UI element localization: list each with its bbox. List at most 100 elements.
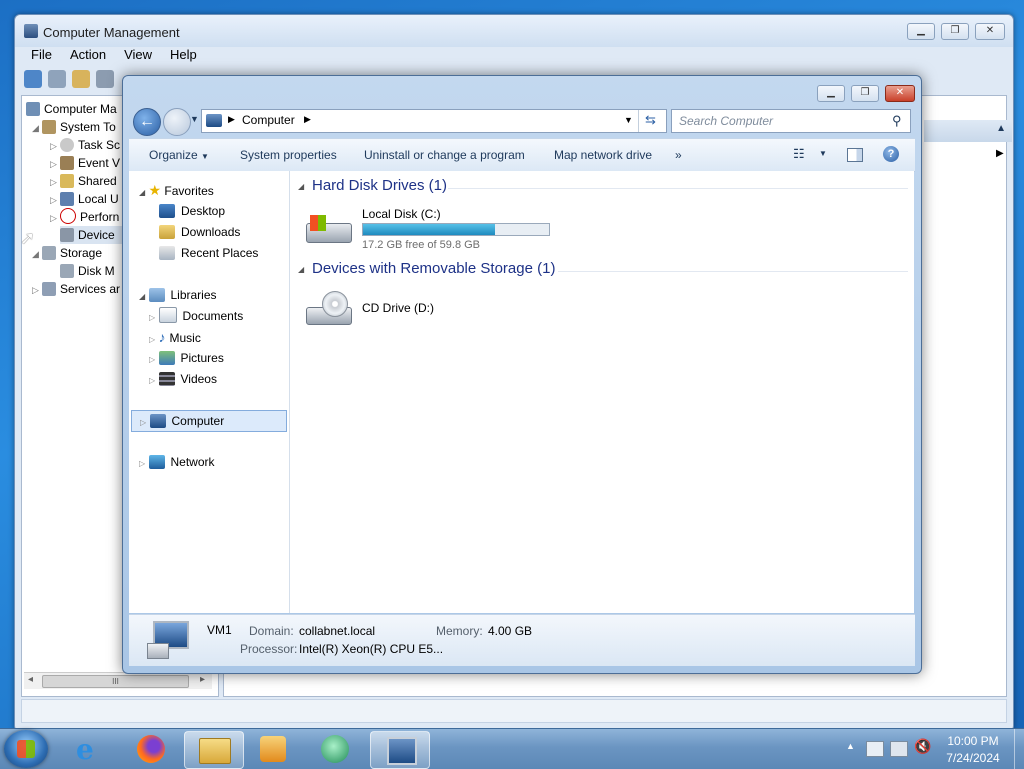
show-hide-tree-icon[interactable] [96,70,114,88]
expand-arrow-icon[interactable]: ▷ [50,155,60,173]
nav-desktop[interactable]: Desktop [159,201,225,221]
tree-item-disk-management[interactable]: Disk M [60,262,115,280]
collapse-arrow-icon[interactable]: ◢ [139,188,145,197]
preview-pane-icon[interactable] [847,148,863,162]
expand-arrow-icon[interactable]: ▷ [50,137,60,155]
breadcrumb-arrow-icon[interactable]: ▶ [228,114,235,125]
search-icon[interactable]: ⚲ [892,113,902,129]
tree-item-shared-folders[interactable]: ▷ Shared [50,172,117,190]
back-arrow-icon[interactable] [24,70,42,88]
tree-item-computer-management[interactable]: Computer Ma [26,100,117,118]
drive-local-disk-c[interactable]: Local Disk (C:) 17.2 GB free of 59.8 GB [306,205,566,253]
change-view-icon[interactable]: ☷ [793,146,805,162]
nav-recent-places[interactable]: Recent Places [159,243,258,263]
drive-c-usage-fill [363,224,496,235]
nav-documents[interactable]: ▷ Documents [149,306,243,326]
forward-button[interactable] [163,108,191,136]
tree-item-task-scheduler[interactable]: ▷ Task Sc [50,136,120,154]
nav-music[interactable]: ▷ ♪ Music [149,327,201,347]
expand-arrow-icon[interactable]: ▷ [32,281,42,299]
nav-libraries[interactable]: ◢ Libraries [139,285,217,305]
collapse-group-icon[interactable]: ◢ [298,182,304,191]
tree-item-services-applications[interactable]: ▷ Services ar [32,280,120,298]
collapse-up-icon[interactable]: ▲ [996,123,1006,134]
tree-item-performance[interactable]: ▷ Perforn [50,208,119,226]
nav-pictures[interactable]: ▷ Pictures [149,348,224,368]
menu-help[interactable]: Help [160,45,205,65]
start-button[interactable] [4,730,48,768]
network-status-icon[interactable] [890,741,908,757]
collapse-arrow-icon[interactable]: ◢ [32,119,42,137]
taskbar-windows-explorer[interactable] [184,731,244,769]
address-dropdown-icon[interactable]: ▼ [624,115,633,125]
nav-network[interactable]: ▷ Network [139,452,215,472]
tree-horizontal-scrollbar[interactable]: ◂ III ▸ [24,672,212,689]
recent-pages-dropdown-icon[interactable]: ▼ [190,114,199,124]
cm-close-button[interactable]: ✕ [975,23,1005,40]
drive-c-name: Local Disk (C:) [362,207,441,221]
menu-file[interactable]: File [21,45,60,65]
nav-downloads[interactable]: Downloads [159,222,240,242]
group-removable-storage[interactable]: Devices with Removable Storage (1) [312,260,555,277]
taskbar-app[interactable] [306,731,364,767]
action-center-icon[interactable] [866,741,884,757]
scroll-left-arrow-icon[interactable]: ◂ [28,674,33,685]
taskbar-computer-management[interactable] [370,731,430,769]
map-network-drive-button[interactable]: Map network drive [554,148,652,162]
view-dropdown-icon[interactable]: ▼ [819,149,827,158]
show-hidden-icons-button[interactable]: ▲ [846,741,855,751]
taskbar-firefox[interactable] [122,731,180,767]
back-button[interactable]: ← [133,108,161,136]
tree-item-event-viewer[interactable]: ▷ Event V [50,154,120,172]
breadcrumb-arrow-icon[interactable]: ▶ [304,114,311,125]
cm-maximize-button[interactable]: ❐ [941,23,969,40]
scroll-right-arrow-icon[interactable]: ▸ [200,674,205,685]
drive-cd-drive-d[interactable]: CD Drive (D:) [306,287,506,335]
menu-view[interactable]: View [114,45,160,65]
tree-item-storage[interactable]: ◢ Storage [32,244,102,262]
more-commands-button[interactable]: » [675,148,682,162]
ex-close-button[interactable]: ✕ [885,85,915,102]
up-folder-icon[interactable] [72,70,90,88]
tree-item-local-users[interactable]: ▷ Local U [50,190,119,208]
expand-arrow-icon[interactable]: ▷ [140,418,146,427]
expand-arrow-icon[interactable]: ▷ [139,459,145,468]
clock-date[interactable]: 7/24/2024 [940,751,1006,765]
volume-muted-icon[interactable]: 🔇 [914,738,931,755]
ex-minimize-button[interactable]: ▁ [817,85,845,102]
expand-arrow-icon[interactable]: ▷ [149,313,155,322]
expand-arrow-icon[interactable]: ▷ [50,173,60,191]
system-properties-button[interactable]: System properties [240,148,337,162]
collapse-group-icon[interactable]: ◢ [298,265,304,274]
address-bar[interactable]: ▶ Computer ▶ ▼ ⇆ [201,109,667,133]
scroll-thumb[interactable]: III [42,675,189,688]
expand-arrow-icon[interactable]: ▷ [50,191,60,209]
uninstall-program-button[interactable]: Uninstall or change a program [364,148,525,162]
nav-computer[interactable]: ▷ Computer [131,410,287,432]
expand-arrow-icon[interactable]: ▷ [149,335,155,344]
taskbar-internet-explorer[interactable]: e [62,731,120,767]
menu-action[interactable]: Action [60,45,114,65]
taskbar-media-player[interactable] [244,731,302,767]
expand-arrow-icon[interactable]: ▷ [149,376,155,385]
ex-maximize-button[interactable]: ❐ [851,85,879,102]
refresh-icon[interactable]: ⇆ [645,112,656,128]
nav-favorites[interactable]: ◢ ★ Favorites [139,180,214,200]
nav-videos[interactable]: ▷ Videos [149,369,217,389]
clock-time[interactable]: 10:00 PM [940,734,1006,748]
forward-arrow-icon[interactable] [48,70,66,88]
more-actions-arrow-icon[interactable]: ▶ [996,148,1004,159]
show-desktop-button[interactable] [1014,729,1024,769]
search-box[interactable]: Search Computer ⚲ [671,109,911,133]
organize-button[interactable]: Organize ▼ [149,148,209,162]
collapse-arrow-icon[interactable]: ◢ [139,292,145,301]
breadcrumb-computer[interactable]: Computer [242,113,295,127]
expand-arrow-icon[interactable]: ▷ [50,209,60,227]
cm-minimize-button[interactable]: ▁ [907,23,935,40]
cm-statusbar [21,699,1007,723]
group-hard-disk-drives[interactable]: Hard Disk Drives (1) [312,177,447,194]
tree-item-system-tools[interactable]: ◢ System To [32,118,116,136]
cm-titlebar[interactable]: Computer Management ▁ ❐ ✕ [15,15,1013,47]
expand-arrow-icon[interactable]: ▷ [149,355,155,364]
help-icon[interactable]: ? [883,146,899,162]
